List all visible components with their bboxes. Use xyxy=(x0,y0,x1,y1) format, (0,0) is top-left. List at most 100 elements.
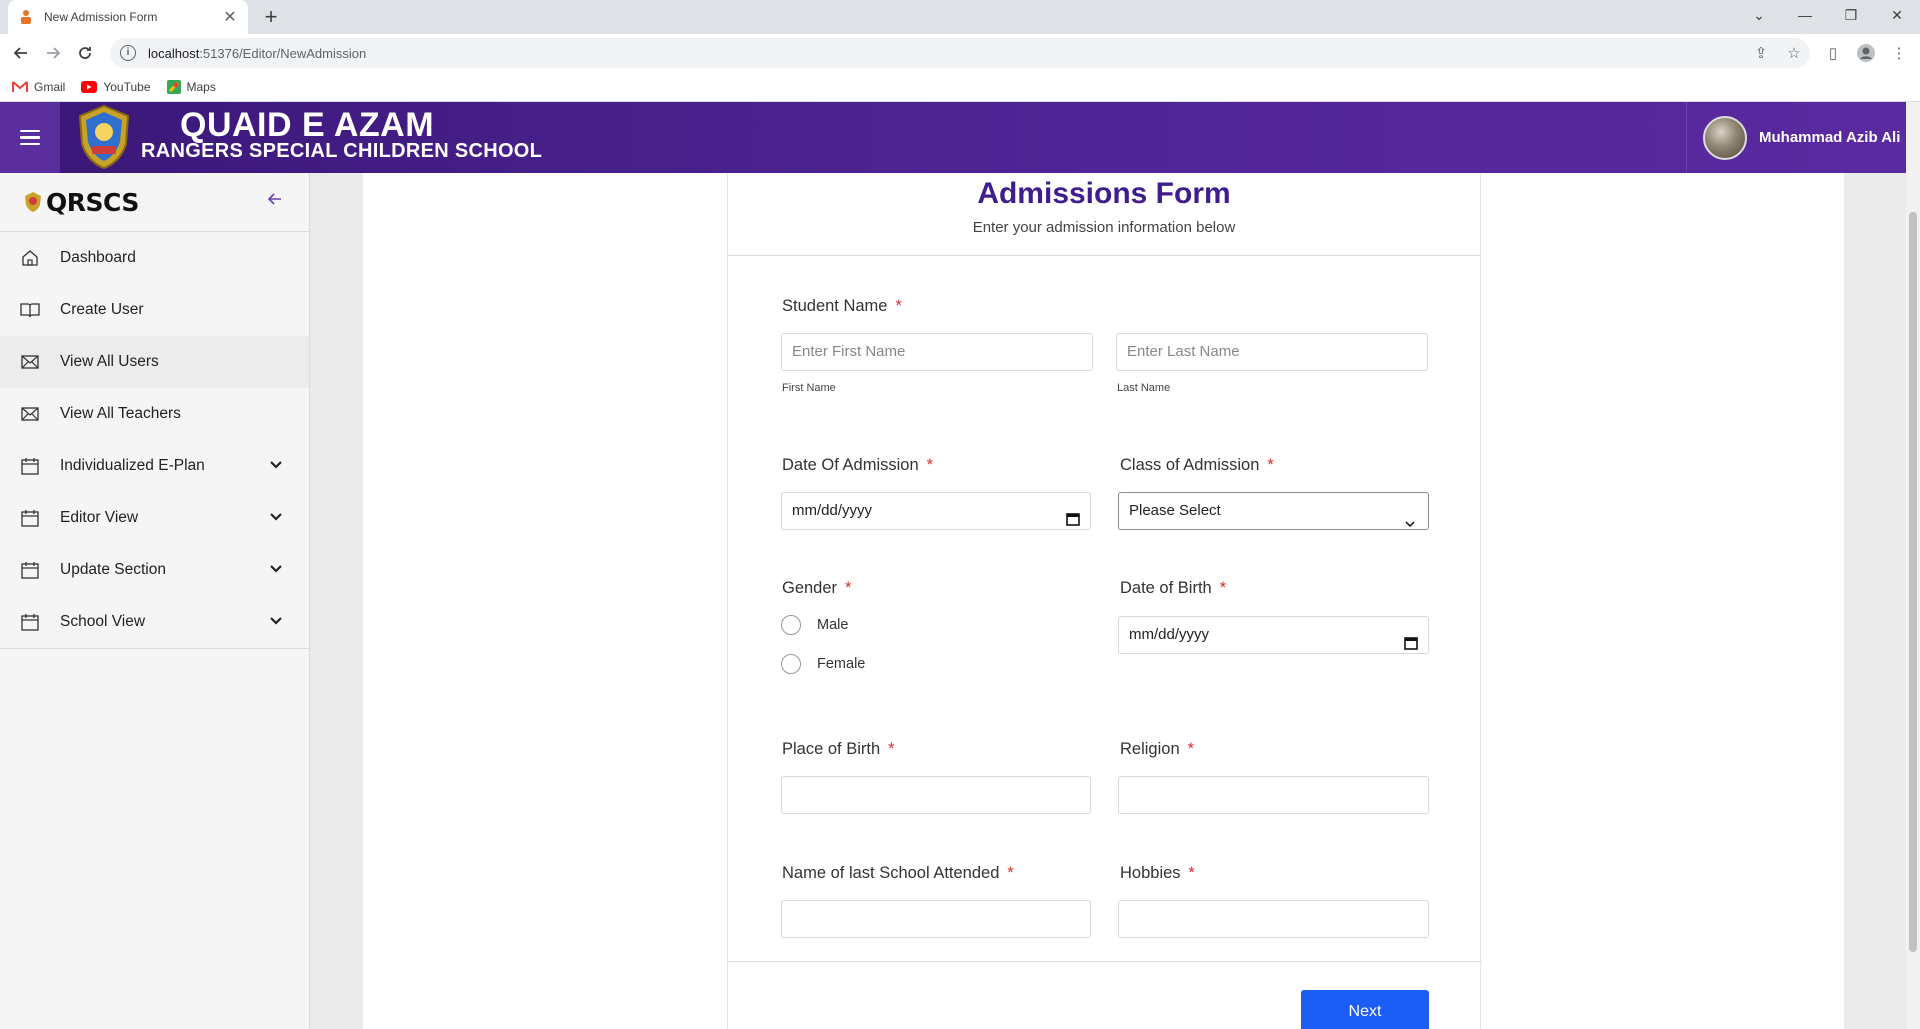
chevron-down-icon[interactable] xyxy=(269,561,283,579)
sidebar-item-view-all-teachers[interactable]: View All Teachers xyxy=(0,388,309,440)
hobbies-input[interactable] xyxy=(1118,900,1429,938)
app-header: QUAID E AZAM RANGERS SPECIAL CHILDREN SC… xyxy=(0,102,1906,173)
last-name-placeholder: Enter Last Name xyxy=(1127,343,1240,360)
hamburger-bar xyxy=(20,136,40,139)
browser-tab[interactable]: New Admission Form ✕ xyxy=(8,0,248,34)
sidebar-item-editor-view[interactable]: Editor View xyxy=(0,492,309,544)
close-window-button[interactable]: ✕ xyxy=(1874,0,1920,30)
site-favicon-icon xyxy=(21,10,31,24)
sidebar-item-dashboard[interactable]: Dashboard xyxy=(0,232,309,284)
bookmark-maps[interactable]: Maps xyxy=(166,79,216,94)
restore-button[interactable]: ❐ xyxy=(1828,0,1874,30)
radio-label: Female xyxy=(817,656,866,672)
gmail-icon xyxy=(12,80,28,93)
scrollbar-thumb[interactable] xyxy=(1909,212,1917,952)
class-of-admission-select[interactable]: Please Select xyxy=(1118,492,1429,530)
new-tab-button[interactable]: + xyxy=(258,4,284,30)
browser-menu-icon[interactable]: ⋮ xyxy=(1884,34,1914,72)
bookmark-youtube[interactable]: YouTube xyxy=(81,79,151,94)
date-of-admission-input[interactable]: mm/dd/yyyy xyxy=(781,492,1091,530)
student-name-label-text: Student Name xyxy=(782,297,888,315)
bookmarks-bar: Gmail YouTube Maps xyxy=(0,72,1920,102)
date-of-birth-input[interactable]: mm/dd/yyyy xyxy=(1118,616,1429,654)
bookmark-label: Gmail xyxy=(34,79,66,94)
gender-option-male[interactable]: Male xyxy=(781,615,848,635)
minimize-button[interactable]: — xyxy=(1782,0,1828,30)
site-info-icon[interactable]: i xyxy=(120,45,136,61)
profile-icon[interactable] xyxy=(1851,34,1881,72)
tab-search-icon[interactable]: ⌄ xyxy=(1736,0,1782,30)
bookmark-star-icon[interactable]: ☆ xyxy=(1779,34,1809,72)
bookmark-gmail[interactable]: Gmail xyxy=(12,80,65,94)
reload-button[interactable] xyxy=(70,38,100,68)
chevron-down-icon[interactable] xyxy=(269,457,283,475)
hamburger-menu-button[interactable] xyxy=(0,102,60,173)
collapse-sidebar-icon[interactable] xyxy=(267,191,283,212)
share-icon[interactable]: ⇪ xyxy=(1746,34,1776,72)
last-school-label: Name of last School Attended * xyxy=(782,864,1014,883)
reload-icon xyxy=(79,47,91,59)
calendar-picker-icon[interactable] xyxy=(1066,504,1080,540)
hobbies-label-text: Hobbies xyxy=(1120,864,1181,882)
place-of-birth-label: Place of Birth * xyxy=(782,740,895,759)
sidebar-item-update-section[interactable]: Update Section xyxy=(0,544,309,596)
maps-icon xyxy=(166,79,181,94)
class-of-admission-value: Please Select xyxy=(1129,502,1221,519)
hamburger-bar xyxy=(20,142,40,146)
bookmark-label: YouTube xyxy=(103,79,151,94)
browser-toolbar: i localhost:51376/Editor/NewAdmission ⇪ … xyxy=(0,34,1920,72)
sidebar-title: QRSCS xyxy=(46,187,139,217)
date-of-admission-label: Date Of Admission * xyxy=(782,456,933,475)
calendar-picker-icon[interactable] xyxy=(1404,628,1418,664)
address-bar[interactable]: i localhost:51376/Editor/NewAdmission xyxy=(110,38,1810,68)
sidebar-item-label: Dashboard xyxy=(60,249,136,266)
user-name: Muhammad Azib Ali xyxy=(1759,129,1901,146)
chevron-down-icon xyxy=(1404,506,1416,542)
brand-subtitle: RANGERS SPECIAL CHILDREN SCHOOL xyxy=(141,140,543,162)
gender-label-text: Gender xyxy=(782,579,838,597)
sidebar-item-view-all-users[interactable]: View All Users xyxy=(0,336,309,388)
home-icon xyxy=(20,248,40,268)
sidebar-item-individualized-e-plan[interactable]: Individualized E-Plan xyxy=(0,440,309,492)
sidebar-item-create-user[interactable]: Create User xyxy=(0,284,309,336)
radio-button[interactable] xyxy=(781,615,801,635)
page-scrollbar[interactable] xyxy=(1906,102,1920,1029)
forward-button[interactable] xyxy=(38,38,68,68)
place-of-birth-input[interactable] xyxy=(781,776,1091,814)
user-menu[interactable]: Muhammad Azib Ali xyxy=(1686,102,1906,173)
sidebar-header: QRSCS xyxy=(0,173,309,232)
sidebar-item-label: School View xyxy=(60,613,146,630)
class-of-admission-label: Class of Admission * xyxy=(1120,456,1274,475)
tab-title: New Admission Form xyxy=(44,10,158,24)
sidebar-item-school-view[interactable]: School View xyxy=(0,596,309,648)
gender-option-female[interactable]: Female xyxy=(781,654,865,674)
radio-label: Male xyxy=(817,617,849,633)
last-name-input[interactable]: Enter Last Name xyxy=(1116,333,1428,371)
religion-label: Religion * xyxy=(1120,740,1194,759)
required-mark: * xyxy=(888,740,895,758)
youtube-icon xyxy=(81,80,98,93)
back-button[interactable] xyxy=(6,38,36,68)
required-mark: * xyxy=(1219,579,1227,597)
tab-close-icon[interactable]: ✕ xyxy=(222,7,238,27)
gender-label: Gender * xyxy=(782,579,851,598)
required-mark: * xyxy=(926,456,934,474)
date-of-birth-label-text: Date of Birth xyxy=(1120,579,1212,597)
chevron-down-icon[interactable] xyxy=(269,509,283,527)
required-mark: * xyxy=(1267,456,1274,474)
radio-button[interactable] xyxy=(781,654,801,674)
side-panel-icon[interactable]: ▯ xyxy=(1818,34,1848,72)
sidebar: QRSCS Dashboard Create User View All Use… xyxy=(0,173,310,1029)
first-name-input[interactable]: Enter First Name xyxy=(781,333,1093,371)
next-button[interactable]: Next xyxy=(1301,990,1429,1029)
religion-input[interactable] xyxy=(1118,776,1429,814)
chevron-down-icon[interactable] xyxy=(269,613,283,631)
sidebar-menu: Dashboard Create User View All Users Vie… xyxy=(0,232,309,649)
date-of-birth-label: Date of Birth * xyxy=(1120,579,1226,598)
last-school-input[interactable] xyxy=(781,900,1091,938)
form-title: Admissions Form xyxy=(977,177,1231,210)
school-logo-icon xyxy=(78,104,130,170)
form-subtitle: Enter your admission information below xyxy=(972,219,1236,236)
sidebar-item-label: View All Users xyxy=(60,353,159,370)
date-of-birth-value: mm/dd/yyyy xyxy=(1129,626,1210,643)
